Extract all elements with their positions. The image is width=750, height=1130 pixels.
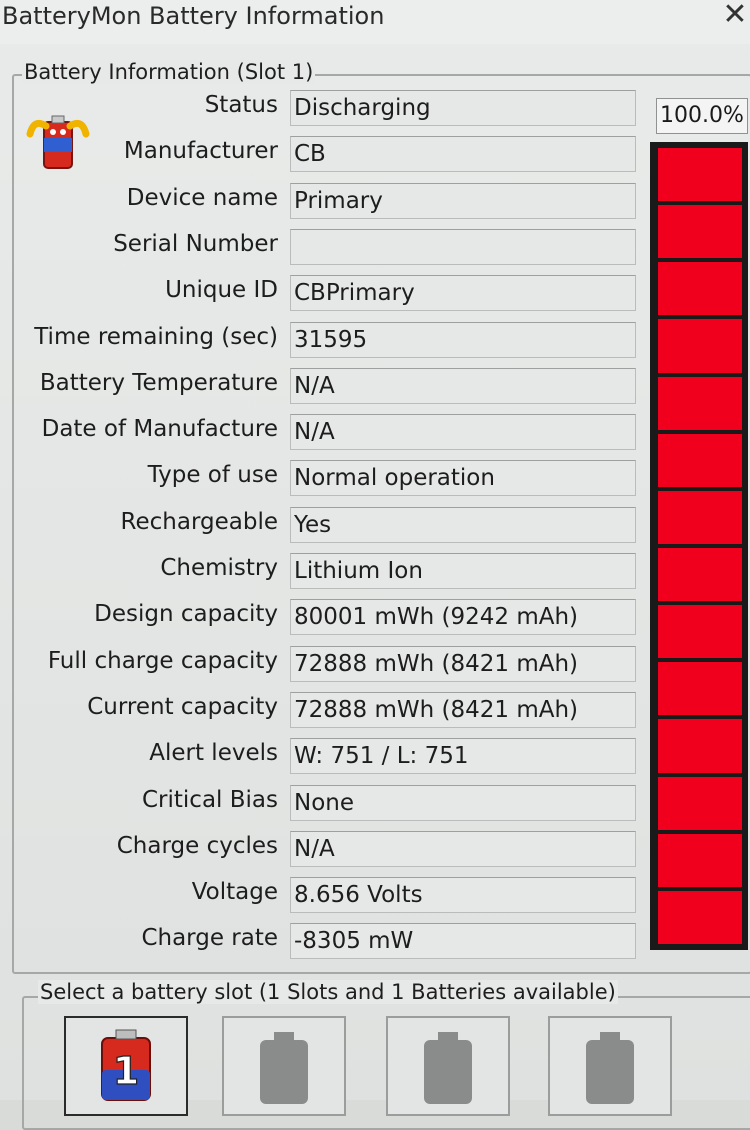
slot-1-button[interactable]: 1: [64, 1016, 188, 1116]
info-value-field: Normal operation: [290, 460, 636, 497]
meter-segment: [658, 548, 742, 602]
meter-segment: [658, 205, 742, 259]
info-label: Full charge capacity: [47, 647, 278, 674]
info-label: Charge cycles: [116, 832, 278, 859]
info-value-field: 31595: [290, 321, 636, 358]
info-value-field: 8.656 Volts: [290, 877, 636, 914]
info-label: Status: [204, 92, 278, 118]
info-value-field: -8305 mW: [290, 923, 636, 960]
info-value-field: 72888 mWh (8421 mAh): [290, 645, 636, 682]
info-label: Time remaining (sec): [34, 323, 278, 350]
meter-segment: [658, 490, 742, 544]
meter-segment: [658, 719, 742, 773]
window-title: BatteryMon Battery Information: [2, 2, 385, 30]
info-value-field: N/A: [290, 367, 636, 404]
battery-slot-group-label: Select a battery slot (1 Slots and 1 Bat…: [38, 980, 618, 1004]
meter-segment: [658, 148, 742, 202]
info-label: Voltage: [191, 879, 278, 906]
info-label: Battery Temperature: [39, 369, 278, 396]
info-value-field: Lithium Ion: [290, 553, 636, 589]
info-value-field: 72888 mWh (8421 mAh): [290, 691, 636, 728]
info-label: Design capacity: [94, 601, 278, 628]
info-value-field: Primary: [290, 182, 636, 219]
info-label: Alert levels: [149, 740, 278, 767]
info-value-field: W: 751 / L: 751: [290, 738, 636, 775]
info-label: Charge rate: [141, 925, 278, 952]
battery-info-window: BatteryMon Battery Information ✕ Battery…: [0, 0, 750, 1130]
title-bar[interactable]: BatteryMon Battery Information ✕: [0, 0, 750, 44]
charge-level-meter: [650, 142, 748, 950]
info-label: Chemistry: [160, 555, 278, 581]
meter-segment: [658, 319, 742, 373]
info-label: Rechargeable: [120, 508, 278, 535]
meter-segment: [658, 433, 742, 487]
info-value-field: N/A: [290, 830, 636, 867]
meter-segment: [658, 262, 742, 316]
info-label: Serial Number: [113, 230, 278, 257]
battery-info-group-label: Battery Information (Slot 1): [22, 60, 316, 84]
slot-2-button[interactable]: [222, 1016, 346, 1116]
info-value-field: [290, 228, 636, 265]
info-label: Current capacity: [87, 693, 278, 720]
info-value-field: Discharging: [290, 90, 636, 126]
info-label: Manufacturer: [123, 138, 278, 165]
info-value-field: CB: [290, 136, 636, 173]
slot-3-button[interactable]: [386, 1016, 510, 1116]
info-value-field: N/A: [290, 414, 636, 451]
info-label: Device name: [126, 184, 278, 211]
close-button[interactable]: ✕: [720, 0, 750, 34]
meter-segment: [658, 605, 742, 659]
meter-segment: [658, 376, 742, 430]
info-value-field: 80001 mWh (9242 mAh): [290, 599, 636, 636]
info-value-field: CBPrimary: [290, 275, 636, 312]
info-value-field: Yes: [290, 506, 636, 543]
charge-percent-box: 100.0%: [656, 98, 748, 134]
meter-segment: [658, 833, 742, 887]
meter-segment: [658, 890, 742, 944]
info-label: Type of use: [147, 462, 278, 489]
info-value-field: None: [290, 784, 636, 821]
slot-1-badge: 1: [113, 1049, 139, 1093]
info-label: Unique ID: [165, 277, 278, 304]
info-label: Date of Manufacture: [41, 416, 278, 443]
info-label: Critical Bias: [141, 786, 278, 813]
meter-segment: [658, 662, 742, 716]
slot-4-button[interactable]: [548, 1016, 672, 1116]
battery-character-icon: [26, 115, 90, 169]
meter-segment: [658, 776, 742, 830]
